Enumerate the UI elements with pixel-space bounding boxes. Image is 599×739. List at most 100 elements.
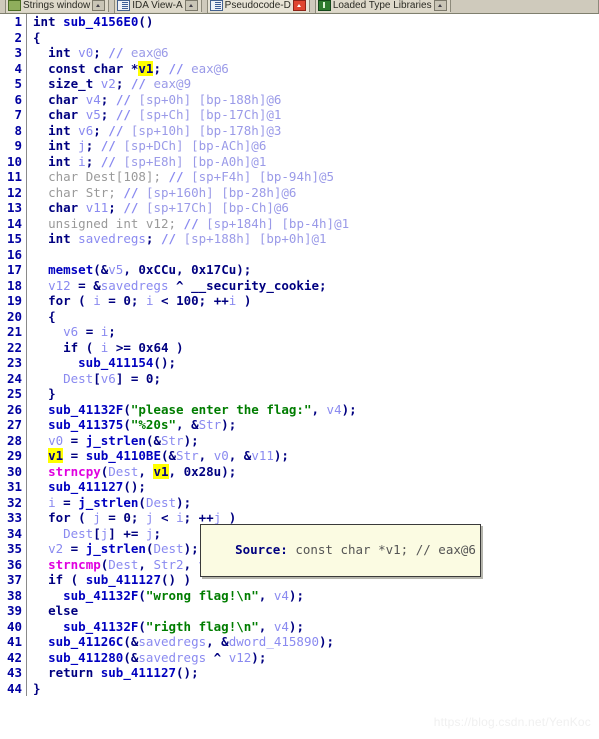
code-text[interactable]: v12 = &savedregs ^ __security_cookie; xyxy=(33,278,326,293)
code-line[interactable]: 42 sub_411280(&savedregs ^ v12); xyxy=(0,649,599,665)
code-text[interactable]: else xyxy=(33,603,78,618)
code-text[interactable]: int v6; // [sp+10h] [bp-178h]@3 xyxy=(33,123,281,138)
line-number: 26 xyxy=(0,401,27,417)
code-line[interactable]: 38 sub_41132F("wrong flag!\n", v4); xyxy=(0,587,599,603)
code-text[interactable]: int j; // [sp+DCh] [bp-ACh]@6 xyxy=(33,138,266,153)
code-line[interactable]: 12 char Str; // [sp+160h] [bp-28h]@6 xyxy=(0,184,599,200)
code-text[interactable]: sub_411375("%20s", &Str); xyxy=(33,417,236,432)
line-number: 41 xyxy=(0,634,27,650)
code-text[interactable]: size_t v2; // eax@9 xyxy=(33,76,191,91)
code-line[interactable]: 9 int j; // [sp+DCh] [bp-ACh]@6 xyxy=(0,138,599,154)
code-text[interactable]: v0 = j_strlen(&Str); xyxy=(33,433,199,448)
code-text[interactable]: { xyxy=(33,30,41,45)
tab-ida-view-a[interactable]: IDA View-A xyxy=(115,0,202,12)
code-line[interactable]: 32 i = j_strlen(Dest); xyxy=(0,494,599,510)
code-text[interactable]: int i; // [sp+E8h] [bp-A0h]@1 xyxy=(33,154,266,169)
code-line[interactable]: 20 { xyxy=(0,308,599,324)
code-line[interactable]: 43 return sub_411127(); xyxy=(0,665,599,681)
code-line[interactable]: 8 int v6; // [sp+10h] [bp-178h]@3 xyxy=(0,122,599,138)
code-text[interactable]: int sub_4156E0() xyxy=(33,14,153,29)
code-line[interactable]: 22 if ( i >= 0x64 ) xyxy=(0,339,599,355)
code-text[interactable]: sub_41132F("please enter the flag:", v4)… xyxy=(33,402,357,417)
code-line[interactable]: 28 v0 = j_strlen(&Str); xyxy=(0,432,599,448)
line-number: 5 xyxy=(0,76,27,92)
code-line[interactable]: 7 char v5; // [sp+Ch] [bp-17Ch]@1 xyxy=(0,107,599,123)
code-text[interactable]: i = j_strlen(Dest); xyxy=(33,495,191,510)
code-line[interactable]: 21 v6 = i; xyxy=(0,324,599,340)
code-text[interactable]: char Str; // [sp+160h] [bp-28h]@6 xyxy=(33,185,296,200)
line-number: 15 xyxy=(0,231,27,247)
maximize-icon[interactable] xyxy=(433,0,447,11)
code-line[interactable]: 5 size_t v2; // eax@9 xyxy=(0,76,599,92)
code-line[interactable]: 4 const char *v1; // eax@6 xyxy=(0,60,599,76)
code-line[interactable]: 24 Dest[v6] = 0; xyxy=(0,370,599,386)
code-text[interactable]: sub_41126C(&savedregs, &dword_415890); xyxy=(33,634,334,649)
pseudocode-view[interactable]: 1 int sub_4156E0() 2{3 int v0; // eax@6 4 c… xyxy=(0,14,599,739)
code-text[interactable]: v1 = sub_4110BE(&Str, v0, &v11); xyxy=(33,448,289,463)
code-text[interactable]: } xyxy=(33,386,56,401)
code-text[interactable]: return sub_411127(); xyxy=(33,665,199,680)
maximize-icon[interactable] xyxy=(184,0,198,11)
code-text[interactable]: } xyxy=(33,681,41,696)
code-text[interactable]: int v0; // eax@6 xyxy=(33,45,168,60)
code-text[interactable]: char v4; // [sp+0h] [bp-188h]@6 xyxy=(33,92,281,107)
code-text[interactable]: sub_411127(); xyxy=(33,479,146,494)
code-text[interactable]: if ( sub_411127() ) xyxy=(33,572,191,587)
code-text[interactable]: char v5; // [sp+Ch] [bp-17Ch]@1 xyxy=(33,107,281,122)
close-icon[interactable] xyxy=(292,0,306,11)
code-text[interactable]: char Dest[108]; // [sp+F4h] [bp-94h]@5 xyxy=(33,169,334,184)
watermark: https://blog.csdn.net/YenKoc xyxy=(433,715,591,729)
code-line[interactable]: 15 int savedregs; // [sp+188h] [bp+0h]@1 xyxy=(0,231,599,247)
code-text[interactable]: v6 = i; xyxy=(33,324,116,339)
code-text[interactable]: { xyxy=(33,309,56,324)
code-text[interactable]: for ( i = 0; i < 100; ++i ) xyxy=(33,293,251,308)
code-text[interactable]: char v11; // [sp+17Ch] [bp-Ch]@6 xyxy=(33,200,289,215)
code-line[interactable]: 25 } xyxy=(0,386,599,402)
code-line[interactable]: 41 sub_41126C(&savedregs, &dword_415890)… xyxy=(0,634,599,650)
code-line[interactable]: 39 else xyxy=(0,603,599,619)
code-line[interactable]: 31 sub_411127(); xyxy=(0,479,599,495)
code-text[interactable]: memset(&v5, 0xCCu, 0x17Cu); xyxy=(33,262,251,277)
code-text[interactable]: if ( i >= 0x64 ) xyxy=(33,340,183,355)
maximize-icon[interactable] xyxy=(92,0,106,11)
code-line[interactable]: 3 int v0; // eax@6 xyxy=(0,45,599,61)
code-text[interactable]: sub_411280(&savedregs ^ v12); xyxy=(33,650,266,665)
code-line[interactable]: 1 int sub_4156E0() xyxy=(0,14,599,30)
tab-loaded-type-libraries[interactable]: Loaded Type Libraries xyxy=(315,0,451,12)
code-text[interactable]: unsigned int v12; // [sp+184h] [bp-4h]@1 xyxy=(33,216,349,231)
pseudocode-listing[interactable]: 1 int sub_4156E0() 2{3 int v0; // eax@6 4 c… xyxy=(0,14,599,696)
code-line[interactable]: 2{ xyxy=(0,29,599,45)
code-line[interactable]: 17 memset(&v5, 0xCCu, 0x17Cu); xyxy=(0,262,599,278)
code-text[interactable]: strncpy(Dest, v1, 0x28u); xyxy=(33,463,236,479)
line-number: 4 xyxy=(0,60,27,76)
code-text[interactable]: sub_41132F("rigth flag!\n", v4); xyxy=(33,619,304,634)
line-number: 2 xyxy=(0,29,27,45)
code-text[interactable]: for ( j = 0; j < i; ++j ) xyxy=(33,510,236,525)
code-text[interactable]: sub_411154(); xyxy=(33,355,176,370)
code-line[interactable]: 11 char Dest[108]; // [sp+F4h] [bp-94h]@… xyxy=(0,169,599,185)
code-line[interactable]: 40 sub_41132F("rigth flag!\n", v4); xyxy=(0,618,599,634)
line-number: 30 xyxy=(0,463,27,479)
code-text[interactable]: int savedregs; // [sp+188h] [bp+0h]@1 xyxy=(33,231,327,246)
code-text[interactable]: Dest[j] += j; xyxy=(33,526,161,541)
code-line[interactable]: 16 xyxy=(0,246,599,262)
code-text[interactable]: const char *v1; // eax@6 xyxy=(33,60,229,76)
code-line[interactable]: 19 for ( i = 0; i < 100; ++i ) xyxy=(0,293,599,309)
tab-strings-window[interactable]: Strings window xyxy=(6,0,110,12)
code-line[interactable]: 10 int i; // [sp+E8h] [bp-A0h]@1 xyxy=(0,153,599,169)
code-line[interactable]: 23 sub_411154(); xyxy=(0,355,599,371)
code-line[interactable]: 6 char v4; // [sp+0h] [bp-188h]@6 xyxy=(0,91,599,107)
code-line[interactable]: 30 strncpy(Dest, v1, 0x28u); xyxy=(0,463,599,479)
code-text[interactable]: sub_41132F("wrong flag!\n", v4); xyxy=(33,588,304,603)
code-line[interactable]: 29 v1 = sub_4110BE(&Str, v0, &v11); xyxy=(0,448,599,464)
line-number: 36 xyxy=(0,556,27,572)
code-line[interactable]: 26 sub_41132F("please enter the flag:", … xyxy=(0,401,599,417)
code-text[interactable]: Dest[v6] = 0; xyxy=(33,371,161,386)
code-text[interactable]: v2 = j_strlen(Dest); xyxy=(33,541,199,556)
code-line[interactable]: 27 sub_411375("%20s", &Str); xyxy=(0,417,599,433)
code-line[interactable]: 44} xyxy=(0,680,599,696)
code-line[interactable]: 18 v12 = &savedregs ^ __security_cookie; xyxy=(0,277,599,293)
code-line[interactable]: 14 unsigned int v12; // [sp+184h] [bp-4h… xyxy=(0,215,599,231)
code-line[interactable]: 13 char v11; // [sp+17Ch] [bp-Ch]@6 xyxy=(0,200,599,216)
tab-pseudocode-d[interactable]: Pseudocode-D xyxy=(207,0,310,12)
